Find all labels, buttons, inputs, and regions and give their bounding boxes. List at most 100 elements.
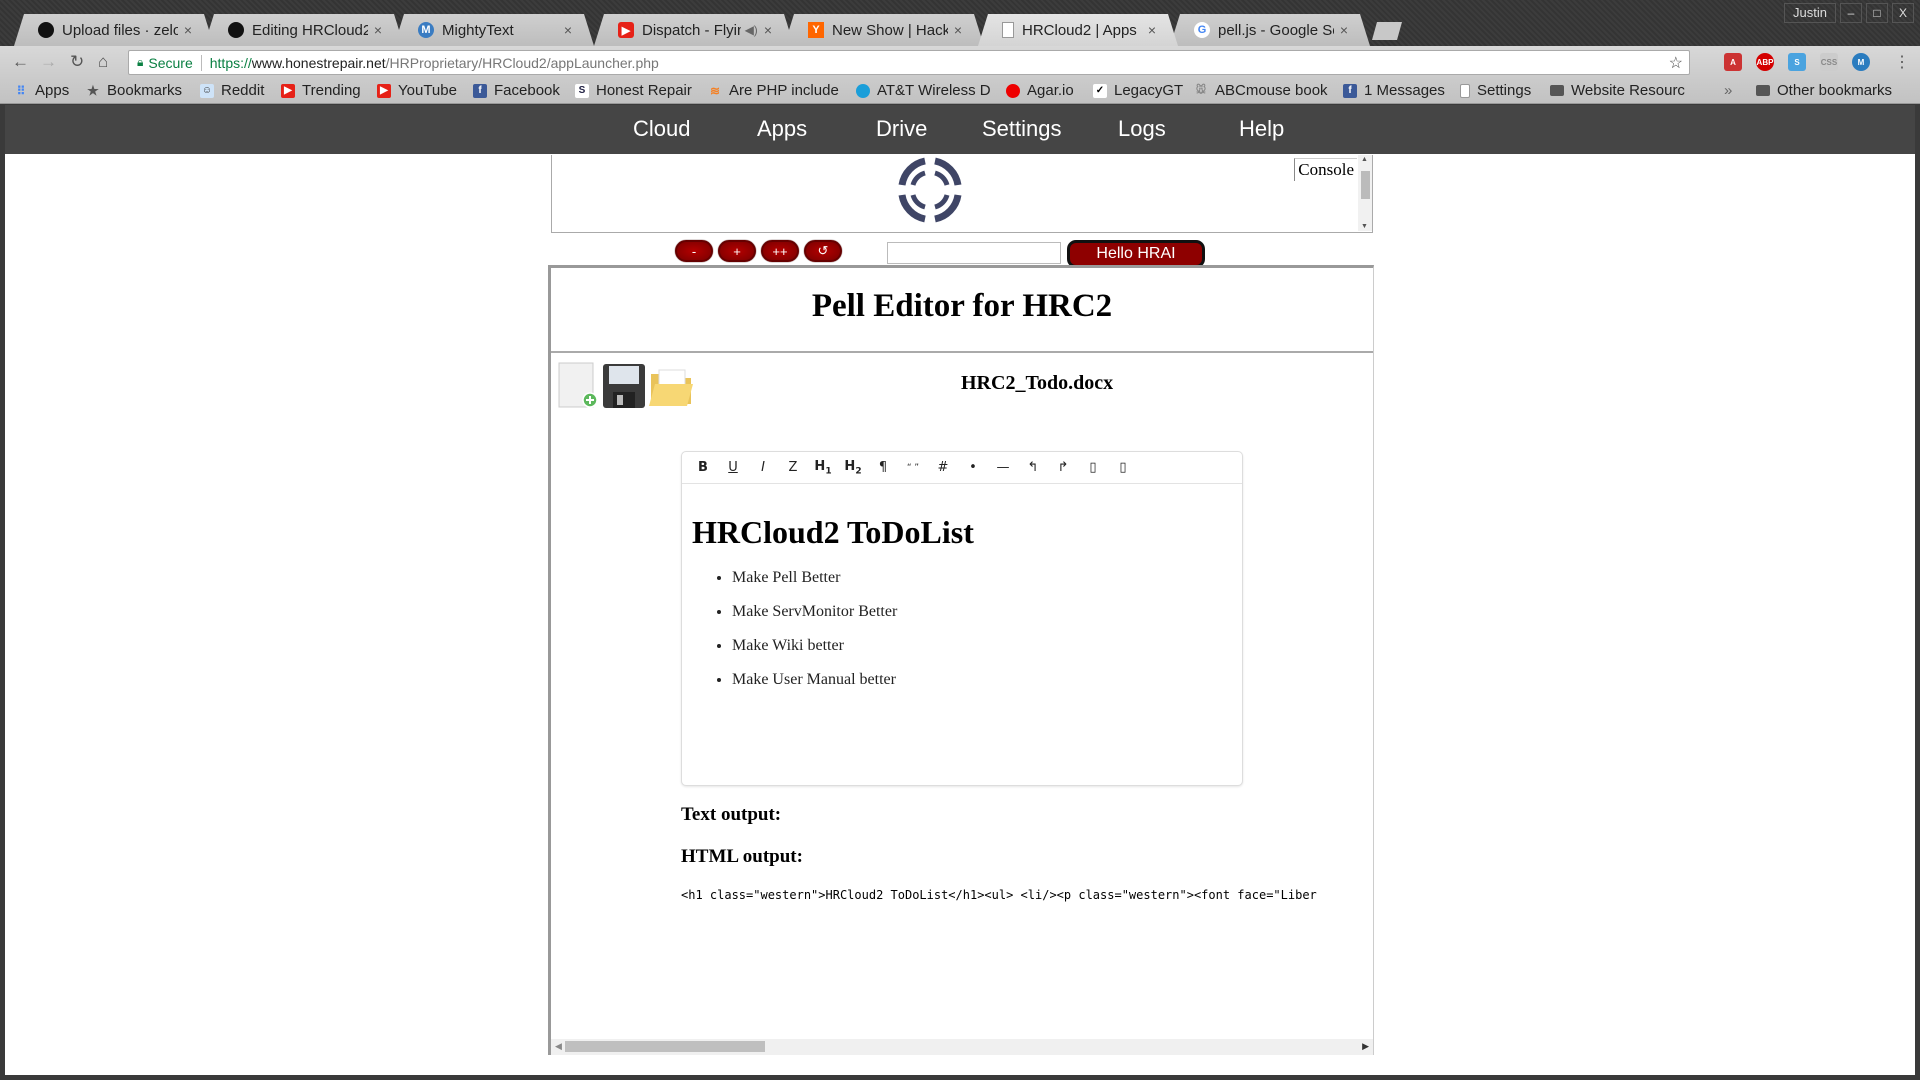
- nav-cloud[interactable]: Cloud: [633, 116, 690, 142]
- close-tab-icon[interactable]: ×: [184, 22, 192, 38]
- bookmark-php-include[interactable]: ≋ Are PHP include: [708, 82, 839, 99]
- window-controls: Justin – □ X: [1784, 3, 1914, 23]
- zoom-in-more-button[interactable]: ++: [761, 240, 799, 262]
- bookmark-website-resources[interactable]: Website Resourc: [1550, 82, 1685, 99]
- youtube-icon: ▶: [281, 83, 295, 98]
- close-tab-icon[interactable]: ×: [764, 22, 772, 38]
- bookmark-reddit[interactable]: ☺ Reddit: [200, 82, 264, 99]
- bookmark-legacygt[interactable]: ✓ LegacyGT: [1093, 82, 1183, 99]
- bookmark-trending[interactable]: ▶ Trending: [281, 82, 361, 99]
- nav-settings[interactable]: Settings: [982, 116, 1062, 142]
- close-tab-icon[interactable]: ×: [1340, 22, 1348, 38]
- link-button[interactable]: ▯: [1078, 460, 1108, 475]
- scroll-down-icon[interactable]: ▼: [1361, 223, 1368, 230]
- close-tab-icon[interactable]: ×: [564, 22, 572, 38]
- bookmark-att-wireless[interactable]: AT&T Wireless D: [856, 82, 991, 99]
- scroll-up-icon[interactable]: ▲: [1361, 156, 1368, 163]
- bookmark-settings[interactable]: Settings: [1460, 82, 1531, 99]
- tab-mightytext[interactable]: M MightyText ×: [394, 14, 594, 46]
- tab-editing-hrcloud2[interactable]: Editing HRCloud2/ ×: [204, 14, 404, 46]
- home-icon[interactable]: ⌂: [98, 52, 108, 72]
- console-scrollbar[interactable]: ▲ ▼: [1358, 155, 1372, 231]
- bookmark-agario[interactable]: Agar.io: [1006, 82, 1074, 99]
- bookmarks-bar: ⠿ Apps ★ Bookmarks ☺ Reddit ▶ Trending ▶ YouT…: [0, 78, 1920, 104]
- browser-menu-icon[interactable]: ⋮: [1894, 52, 1910, 72]
- nav-logs[interactable]: Logs: [1118, 116, 1166, 142]
- tab-hacker-news[interactable]: Y New Show | Hacker ×: [784, 14, 984, 46]
- nav-apps[interactable]: Apps: [757, 116, 807, 142]
- nav-help[interactable]: Help: [1239, 116, 1284, 142]
- other-bookmarks[interactable]: Other bookmarks: [1756, 82, 1892, 99]
- horizontal-line-button[interactable]: —: [988, 460, 1018, 475]
- console-scroll-thumb[interactable]: [1361, 171, 1370, 199]
- bookmark-honest-repair[interactable]: S Honest Repair: [575, 82, 692, 99]
- close-tab-icon[interactable]: ×: [374, 22, 382, 38]
- folder-icon: [1550, 85, 1564, 96]
- strikethrough-button[interactable]: Z: [778, 460, 808, 475]
- redo-button[interactable]: ↱: [1048, 460, 1078, 475]
- bold-button[interactable]: B: [688, 460, 718, 475]
- close-window-button[interactable]: X: [1892, 3, 1914, 23]
- close-tab-icon[interactable]: ×: [954, 22, 962, 38]
- hrai-input[interactable]: [887, 242, 1061, 264]
- url-text[interactable]: https://www.honestrepair.net/HRProprieta…: [202, 55, 659, 71]
- open-folder-icon[interactable]: [649, 362, 695, 410]
- ordered-list-button[interactable]: #: [928, 460, 958, 475]
- google-icon: G: [1194, 22, 1210, 38]
- tab-upload-files[interactable]: Upload files · zelon ×: [14, 14, 214, 46]
- underline-button[interactable]: U: [718, 460, 748, 475]
- zoom-in-button[interactable]: +: [718, 240, 756, 262]
- page-viewport: Cloud Apps Drive Settings Logs Help Cons…: [5, 105, 1915, 1075]
- new-file-icon[interactable]: [555, 362, 601, 410]
- new-tab-button[interactable]: [1372, 22, 1402, 40]
- pdf-extension-icon[interactable]: A: [1724, 53, 1742, 71]
- bookmark-star-icon[interactable]: ☆: [1669, 53, 1683, 73]
- address-bar[interactable]: 🔒︎ Secure https://www.honestrepair.net/H…: [128, 50, 1690, 75]
- mightytext-extension-icon[interactable]: M: [1852, 53, 1870, 71]
- image-button[interactable]: ▯: [1108, 460, 1138, 475]
- bookmark-messages[interactable]: f1 Messages: [1343, 82, 1445, 99]
- heading1-button[interactable]: H1: [808, 459, 838, 477]
- css-extension-icon[interactable]: CSS: [1820, 53, 1838, 71]
- reload-icon[interactable]: ↻: [70, 52, 84, 72]
- back-arrow-icon[interactable]: ←: [12, 52, 29, 72]
- paragraph-button[interactable]: ¶: [868, 460, 898, 475]
- maximize-button[interactable]: □: [1866, 3, 1888, 23]
- tab-dispatch[interactable]: ▶ Dispatch - Flying ◀) ×: [594, 14, 794, 46]
- editor-content[interactable]: HRCloud2 ToDoList Make Pell Better Make …: [682, 514, 1242, 689]
- adblock-plus-icon[interactable]: ABP: [1756, 53, 1774, 71]
- list-item: Make User Manual better: [732, 671, 1232, 689]
- reset-button[interactable]: ↺: [804, 240, 842, 262]
- horizontal-scrollbar[interactable]: ◀ ▶: [551, 1039, 1373, 1055]
- heading2-button[interactable]: H2: [838, 459, 868, 477]
- tab-strip: Upload files · zelon × Editing HRCloud2/…: [0, 0, 1920, 46]
- close-tab-icon[interactable]: ×: [1148, 22, 1156, 38]
- hello-hrai-button[interactable]: Hello HRAI: [1067, 240, 1205, 268]
- bookmark-youtube[interactable]: ▶ YouTube: [377, 82, 457, 99]
- page-icon: [1002, 22, 1014, 38]
- nav-drive[interactable]: Drive: [876, 116, 927, 142]
- bookmark-bookmarks[interactable]: ★ Bookmarks: [86, 82, 182, 99]
- page-title: Pell Editor for HRC2: [811, 288, 1113, 324]
- tab-hrcloud2-apps[interactable]: HRCloud2 | Apps ×: [978, 14, 1178, 46]
- scroll-right-icon[interactable]: ▶: [1362, 1041, 1369, 1052]
- profile-button[interactable]: Justin: [1784, 3, 1836, 23]
- quote-button[interactable]: “ ”: [898, 463, 928, 473]
- bookmark-abcmouse[interactable]: 🐭︎ ABCmouse book: [1194, 82, 1328, 99]
- bookmarks-overflow-button[interactable]: »: [1724, 82, 1732, 99]
- italic-button[interactable]: I: [748, 460, 778, 475]
- undo-button[interactable]: ↰: [1018, 460, 1048, 475]
- scroll-left-icon[interactable]: ◀: [555, 1041, 562, 1052]
- skype-extension-icon[interactable]: S: [1788, 53, 1806, 71]
- bookmark-apps[interactable]: ⠿ Apps: [14, 82, 70, 99]
- facebook-icon: f: [473, 83, 487, 98]
- save-file-icon[interactable]: [601, 362, 647, 410]
- unordered-list-button[interactable]: •: [958, 460, 988, 475]
- horizontal-scroll-thumb[interactable]: [565, 1041, 765, 1052]
- bookmark-facebook[interactable]: f Facebook: [473, 82, 560, 99]
- audio-playing-icon[interactable]: ◀): [745, 23, 758, 37]
- zoom-out-button[interactable]: -: [675, 240, 713, 262]
- minimize-button[interactable]: –: [1840, 3, 1862, 23]
- tab-google-search[interactable]: G pell.js - Google Sear ×: [1170, 14, 1370, 46]
- forward-arrow-icon[interactable]: →: [40, 52, 57, 72]
